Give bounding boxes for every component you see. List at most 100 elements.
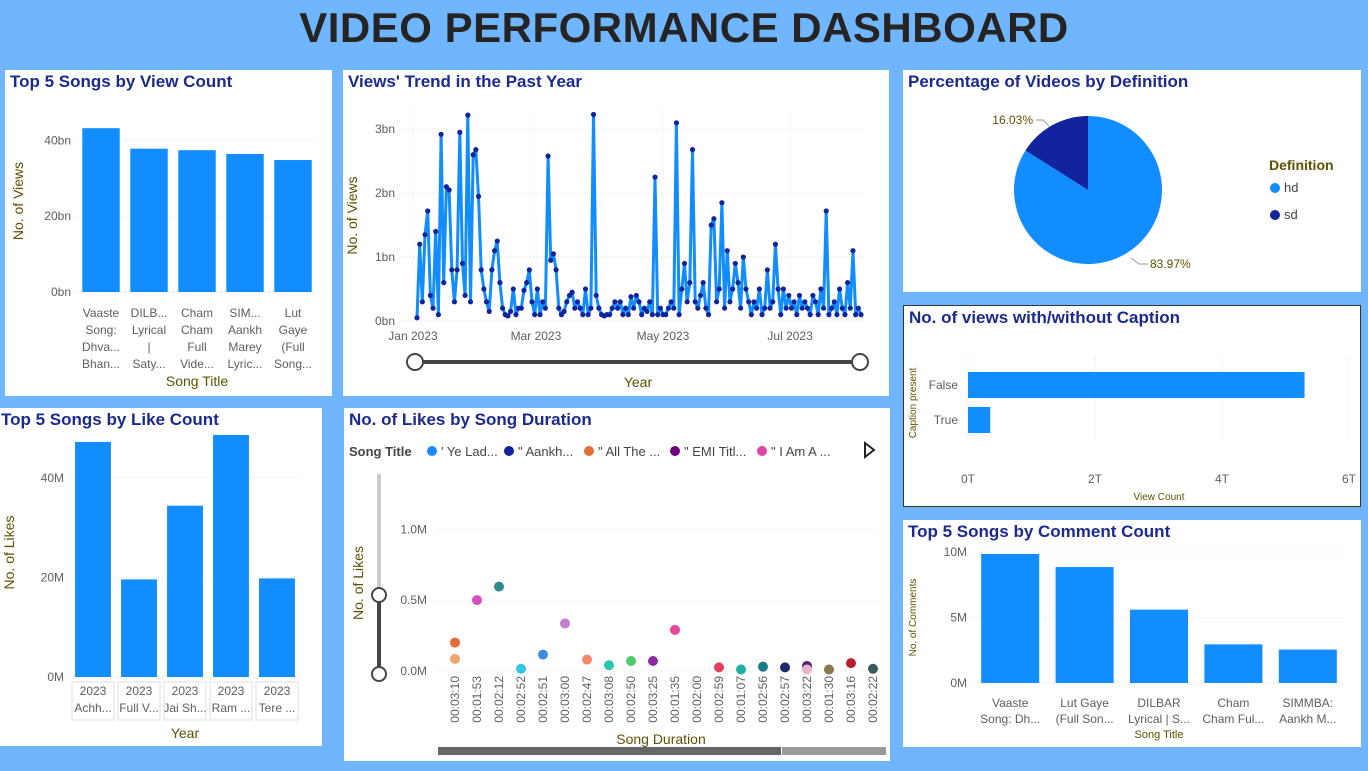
likes-bar-chart: 0M 20M 40M 2023 Achh... 2023 Full V... 2023 Jai … [1, 434, 300, 741]
legend-marker [427, 446, 437, 456]
y-axis-title: No. of Views [344, 176, 360, 254]
x-tick-label: 00:03:16 [844, 676, 858, 723]
x-axis-title: View Count [1134, 492, 1185, 503]
bar [981, 553, 1040, 683]
legend-next-arrow-icon[interactable] [864, 440, 876, 460]
trend-point [623, 305, 629, 311]
trend-point [649, 312, 655, 318]
trend-point [639, 312, 645, 318]
trend-point [441, 280, 447, 286]
x-tick-label: Cham [181, 306, 213, 320]
x-tick-label: Song... [274, 357, 312, 371]
comments-panel[interactable]: Top 5 Songs by Comment Count 0M 5M 10M Vaas… [903, 520, 1361, 747]
trend-point [845, 280, 851, 286]
x-tick-label: Jul 2023 [767, 329, 813, 343]
zoom-slider-top-handle[interactable] [371, 587, 387, 603]
x-tick-label: 2T [1088, 472, 1103, 486]
trend-point [708, 222, 714, 228]
trend-point [534, 286, 540, 292]
definition-pie-chart: 83.97% 16.03% Definition hd sd [992, 113, 1333, 271]
duration-panel[interactable]: No. of Likes by Song Duration Song Title… [344, 408, 890, 761]
trend-point [652, 174, 658, 180]
y-tick-label: False [929, 378, 959, 392]
trend-point [794, 312, 800, 318]
caption-bar-chart: 0T 2T 4T 6T False True View Count Caption prese… [908, 358, 1357, 503]
trend-point [521, 287, 527, 293]
trend-point [419, 299, 425, 305]
trend-point [804, 305, 811, 311]
trend-point [532, 312, 538, 318]
trend-point [422, 232, 428, 238]
scrollbar-thumb[interactable] [438, 747, 781, 755]
trend-point [842, 312, 848, 318]
trend-point [564, 299, 570, 305]
trend-point [631, 305, 637, 311]
scatter-point [824, 664, 834, 675]
y-axis-title: No. of Views [10, 162, 26, 240]
y-tick-label: 5M [950, 611, 967, 625]
trend-point [542, 305, 548, 311]
date-slider-start-handle[interactable] [406, 353, 424, 371]
trend-point [561, 308, 567, 315]
x-tick-label: 00:02:12 [492, 676, 506, 723]
x-tick-label: 2023 [264, 684, 291, 698]
trend-panel[interactable]: Views' Trend in the Past Year 0bn 1bn 2bn 3… [343, 70, 889, 396]
legend-label: hd [1284, 180, 1298, 195]
trend-point [585, 312, 591, 318]
scatter-point [604, 660, 614, 671]
likes-panel[interactable]: Top 5 Songs by Like Count 0M 20M 40M 2023 Ac… [0, 408, 322, 746]
scatter-point [846, 658, 856, 669]
trend-point [574, 299, 581, 305]
trend-point [612, 299, 618, 305]
trend-point [772, 241, 779, 247]
x-tick-label: Marey [228, 340, 261, 354]
trend-point [748, 312, 754, 318]
x-axis-title: Year [171, 725, 200, 741]
trend-point [756, 286, 762, 292]
trend-point [427, 292, 433, 299]
y-tick-label: 20bn [44, 209, 71, 223]
bar [178, 150, 216, 292]
trend-point [657, 305, 663, 311]
trend-point [705, 312, 712, 318]
trend-point [491, 248, 498, 254]
x-tick-label: Ram ... [212, 701, 251, 715]
trend-point [580, 312, 586, 318]
trend-point [751, 299, 757, 305]
trend-point [526, 267, 532, 273]
date-slider-end-handle[interactable] [851, 353, 869, 371]
trend-point [481, 286, 487, 292]
legend-label: " Aankh... [518, 444, 573, 459]
caption-panel[interactable]: No. of views with/without Caption 0T 2T 4T… [903, 305, 1361, 507]
legend-marker [757, 446, 767, 456]
y-tick-label: 0M [950, 676, 967, 690]
x-tick-label: Lut [285, 306, 302, 320]
trend-point [684, 299, 690, 305]
trend-point [770, 299, 776, 305]
definition-panel[interactable]: Percentage of Videos by Definition 83.97… [903, 70, 1361, 292]
trend-point [465, 112, 471, 118]
trend-point [754, 305, 760, 311]
trend-point [858, 312, 864, 318]
scatter-point [714, 662, 724, 673]
x-tick-label: Cham [1217, 696, 1249, 710]
zoom-slider-bottom-handle[interactable] [371, 666, 387, 682]
trend-point [834, 312, 840, 318]
trend-point [743, 286, 749, 292]
trend-point [791, 299, 797, 305]
y-tick-label: 0.0M [400, 664, 427, 678]
bar [213, 434, 249, 677]
scatter-point [868, 663, 878, 674]
trend-point [596, 305, 602, 311]
comments-bar-chart: 0M 5M 10M Vaaste Song: Dh... Lut Gaye (Full So… [908, 545, 1345, 741]
trend-point [759, 312, 765, 318]
x-tick-label: Vide... [180, 357, 214, 371]
views-panel[interactable]: Top 5 Songs by View Count 0bn 20bn 40bn Vaa… [5, 70, 332, 396]
x-tick-label: | [147, 340, 150, 354]
trend-point [721, 305, 728, 311]
trend-point [826, 312, 832, 318]
trend-point [556, 305, 562, 311]
trend-point [671, 305, 677, 311]
trend-point [850, 248, 856, 254]
x-tick-label: 00:02:22 [866, 676, 880, 723]
